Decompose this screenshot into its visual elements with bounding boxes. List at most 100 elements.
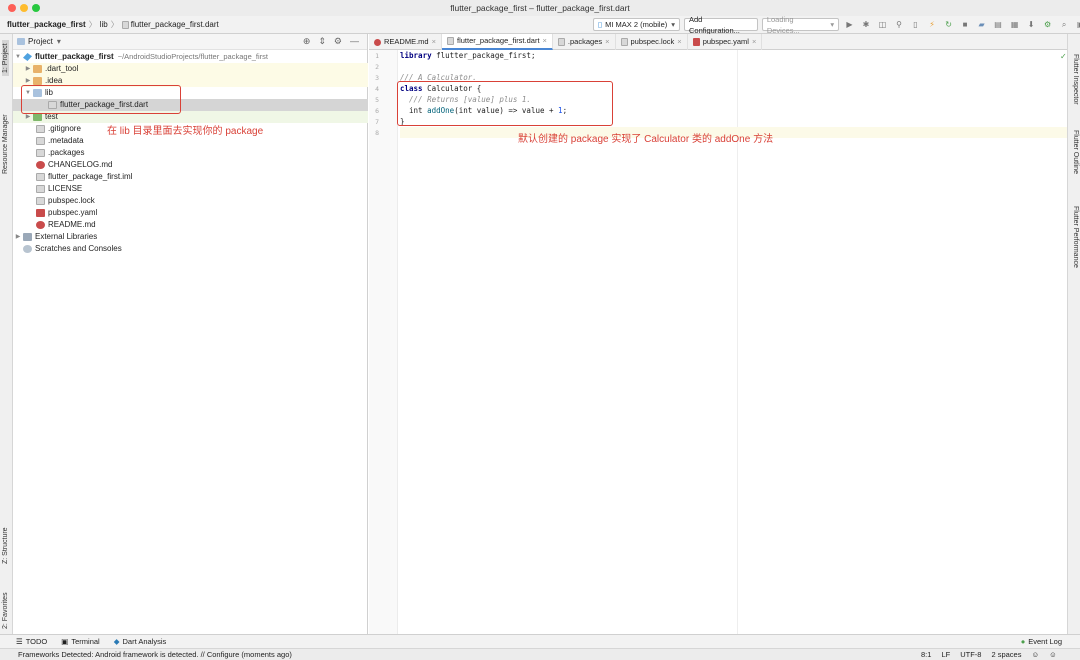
tree-item-dart-tool[interactable]: ▶ .dart_tool	[13, 63, 368, 75]
todo-tool-button[interactable]: ☰ TODO	[16, 637, 47, 646]
tab-readme[interactable]: README.md ×	[369, 34, 442, 50]
title-bar: flutter_package_first – flutter_package_…	[0, 0, 1080, 16]
terminal-tool-button[interactable]: ▣ Terminal	[61, 637, 99, 646]
debug-icon[interactable]: ✱	[860, 18, 873, 31]
tree-item-pubspec-yaml[interactable]: pubspec.yaml	[13, 207, 368, 219]
minimize-window-button[interactable]	[20, 4, 28, 12]
structure-tool-tab[interactable]: Z: Structure	[2, 527, 9, 564]
flutter-attach-icon[interactable]: ⚙	[1041, 18, 1054, 31]
open-folder-icon[interactable]: ▰	[975, 18, 988, 31]
event-log-button[interactable]: ● Event Log	[1021, 637, 1062, 646]
close-icon[interactable]: ×	[752, 34, 756, 50]
breadcrumb: flutter_package_first 〉 lib 〉 flutter_pa…	[7, 19, 219, 30]
close-icon[interactable]: ×	[543, 33, 547, 49]
flutter-outline-tab[interactable]: Flutter Outline	[1072, 130, 1079, 174]
device-manager-icon[interactable]: ▯	[909, 18, 922, 31]
project-tool-tab[interactable]: 1: Project	[2, 40, 9, 76]
collapsed-arrow-icon[interactable]: ▶	[23, 63, 33, 75]
tree-item-label: README.md	[48, 220, 96, 229]
tab-pubspec-lock[interactable]: pubspec.lock ×	[616, 34, 688, 50]
hot-reload-icon[interactable]: ⚡	[926, 18, 939, 31]
tree-item-readme[interactable]: README.md	[13, 219, 368, 231]
breadcrumb-file[interactable]: flutter_package_first.dart	[131, 20, 219, 29]
window-controls	[8, 4, 40, 12]
chevron-down-icon[interactable]: ▾	[57, 37, 61, 46]
folder-icon	[33, 65, 42, 73]
run-config-group: ▯ MI MAX 2 (mobile) ▾ Add Configuration.…	[593, 15, 1080, 35]
hot-restart-icon[interactable]: ↻	[942, 18, 955, 31]
device-label: MI MAX 2 (mobile)	[605, 20, 668, 29]
breadcrumb-separator: 〉	[110, 20, 119, 29]
expanded-arrow-icon[interactable]: ▼	[13, 51, 23, 63]
code-editor[interactable]: ✓ library flutter_package_first; /// A C…	[397, 50, 1067, 634]
coverage-icon[interactable]: ◫	[876, 18, 889, 31]
add-config-label: Add Configuration...	[689, 14, 740, 35]
tree-item-changelog[interactable]: CHANGELOG.md	[13, 159, 368, 171]
tab-dart-file[interactable]: flutter_package_first.dart ×	[441, 33, 553, 50]
locate-icon[interactable]: ⊕	[303, 36, 311, 47]
run-icon[interactable]: ▶	[843, 18, 856, 31]
markdown-file-icon	[36, 221, 45, 229]
indent-setting[interactable]: 2 spaces	[991, 649, 1021, 660]
zoom-window-button[interactable]	[32, 4, 40, 12]
tree-item-iml[interactable]: flutter_package_first.iml	[13, 171, 368, 183]
left-tool-strip: 1: Project Resource Manager Z: Structure…	[0, 34, 13, 634]
close-icon[interactable]: ×	[605, 34, 609, 50]
collapse-all-icon[interactable]: ⇕	[318, 36, 326, 47]
close-icon[interactable]: ×	[677, 34, 681, 50]
tree-item-packages[interactable]: .packages	[13, 147, 368, 159]
flutter-inspector-tab[interactable]: Flutter Inspector	[1072, 54, 1079, 105]
settings-icon[interactable]: ▣	[1074, 18, 1080, 31]
profile-icon[interactable]: ⚲	[893, 18, 906, 31]
sdk-manager-icon[interactable]: ⬇	[1025, 18, 1038, 31]
breadcrumb-project[interactable]: flutter_package_first	[7, 20, 86, 29]
tree-item-label: Scratches and Consoles	[35, 244, 122, 253]
line-separator[interactable]: LF	[941, 649, 950, 660]
tree-root-name: flutter_package_first	[35, 52, 114, 61]
tree-item-label: pubspec.yaml	[48, 208, 98, 217]
code-text: flutter_package_first;	[431, 51, 536, 60]
tree-item-license[interactable]: LICENSE	[13, 183, 368, 195]
breadcrumb-folder[interactable]: lib	[100, 20, 108, 29]
tree-root[interactable]: ▼ flutter_package_first ~/AndroidStudioP…	[13, 51, 368, 63]
layout-icon[interactable]: ▤	[992, 18, 1005, 31]
device-selector[interactable]: ▯ MI MAX 2 (mobile) ▾	[593, 18, 680, 31]
add-configuration-button[interactable]: Add Configuration...	[684, 15, 758, 35]
check-icon: ✓	[1060, 52, 1067, 61]
stop-icon[interactable]: ■	[959, 18, 972, 31]
search-icon[interactable]: ⌕	[1058, 18, 1071, 31]
loading-devices-label: Loading Devices...	[766, 14, 800, 35]
text-file-icon	[36, 149, 45, 157]
loading-devices-selector[interactable]: Loading Devices... ▾	[761, 15, 840, 35]
tree-item-pubspec-lock[interactable]: pubspec.lock	[13, 195, 368, 207]
smiley-icon[interactable]: ☺	[1049, 649, 1057, 660]
project-structure-icon[interactable]: ▦	[1008, 18, 1021, 31]
dart-file-icon	[121, 20, 129, 29]
tab-packages[interactable]: .packages ×	[553, 34, 616, 50]
code-line-1: library flutter_package_first;	[400, 50, 535, 61]
status-message[interactable]: Frameworks Detected: Android framework i…	[18, 650, 292, 659]
folder-icon	[33, 77, 42, 85]
tree-item-external-libraries[interactable]: ▶ External Libraries	[13, 231, 368, 243]
caret-position[interactable]: 8:1	[921, 649, 931, 660]
smiley-icon[interactable]: ☺	[1031, 649, 1039, 660]
dart-analysis-tool-button[interactable]: ◆ Dart Analysis	[114, 637, 167, 646]
tree-item-scratches[interactable]: Scratches and Consoles	[13, 243, 368, 255]
tab-label: pubspec.yaml	[702, 37, 749, 46]
tree-item-label: .metadata	[48, 136, 84, 145]
tab-pubspec-yaml[interactable]: pubspec.yaml ×	[688, 34, 763, 50]
close-icon[interactable]: ×	[432, 34, 436, 50]
flutter-performance-tab[interactable]: Flutter Performance	[1072, 206, 1079, 268]
breadcrumb-separator: 〉	[88, 20, 97, 29]
hide-icon[interactable]: —	[350, 36, 359, 47]
gear-icon[interactable]: ⚙	[334, 36, 342, 47]
favorites-tool-tab[interactable]: 2: Favorites	[2, 592, 9, 629]
resource-manager-tool-tab[interactable]: Resource Manager	[2, 114, 9, 174]
tree-item-label: CHANGELOG.md	[48, 160, 113, 169]
close-window-button[interactable]	[8, 4, 16, 12]
collapsed-arrow-icon[interactable]: ▶	[13, 231, 23, 243]
terminal-label: Terminal	[71, 637, 100, 646]
project-panel-title[interactable]: Project	[28, 37, 53, 46]
terminal-icon: ▣	[61, 637, 69, 646]
file-encoding[interactable]: UTF-8	[960, 649, 981, 660]
